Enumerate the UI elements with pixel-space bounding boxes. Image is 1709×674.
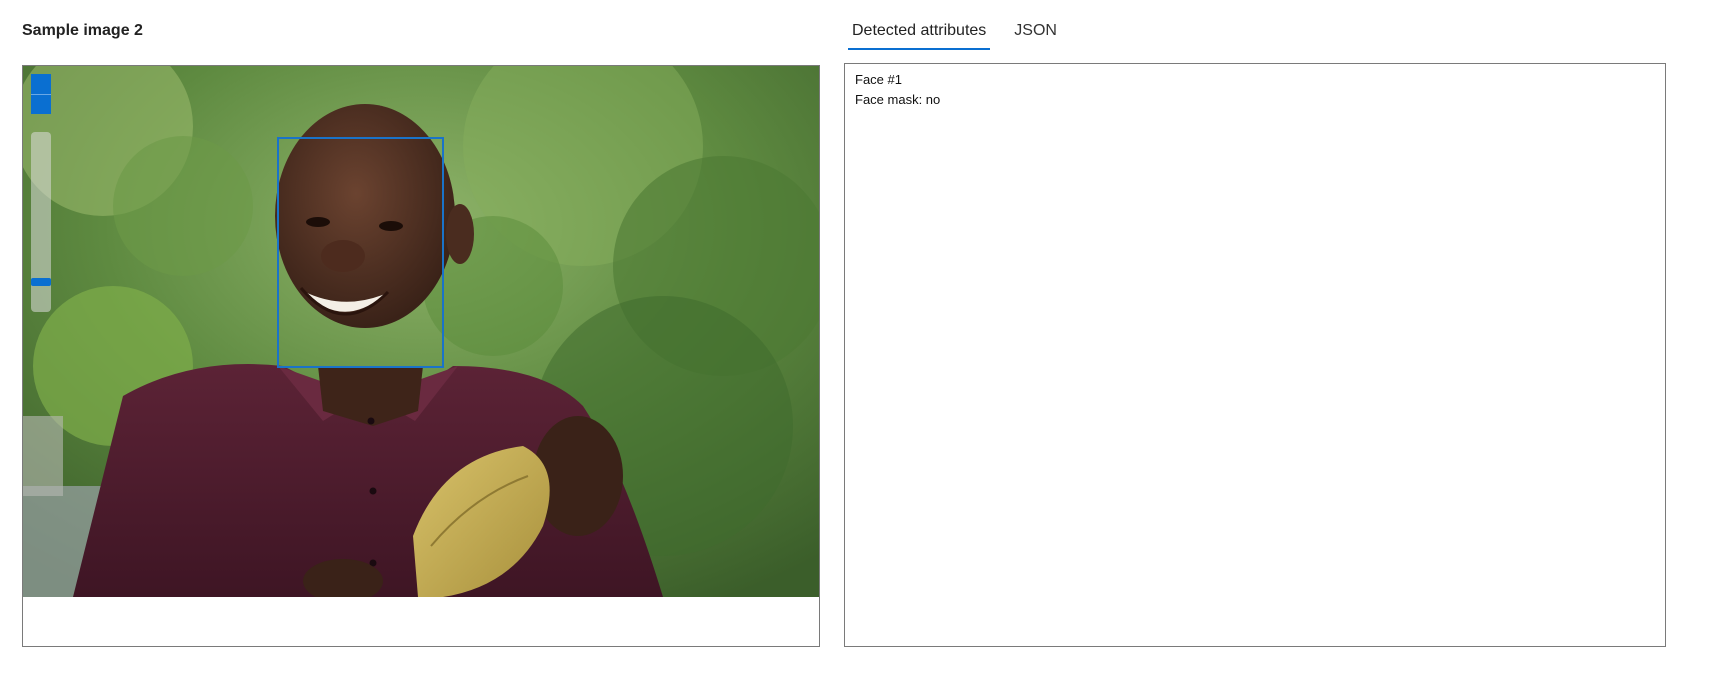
results-panel: Face #1 Face mask: no <box>844 63 1666 647</box>
page-title: Sample image 2 <box>22 22 143 39</box>
zoom-out-button[interactable] <box>31 94 51 114</box>
zoom-slider[interactable] <box>31 132 51 312</box>
face-bounding-box[interactable] <box>277 137 444 368</box>
face-mask-attribute: Face mask: no <box>855 92 941 107</box>
image-viewer[interactable] <box>22 65 820 647</box>
tab-detected-attributes[interactable]: Detected attributes <box>848 18 991 50</box>
tab-json[interactable]: JSON <box>1010 18 1061 50</box>
zoom-in-button[interactable] <box>31 74 51 94</box>
face-label: Face #1 <box>855 72 902 87</box>
result-tabs: Detected attributes JSON <box>848 18 1081 50</box>
zoom-controls <box>31 74 51 114</box>
zoom-slider-thumb[interactable] <box>31 278 51 287</box>
